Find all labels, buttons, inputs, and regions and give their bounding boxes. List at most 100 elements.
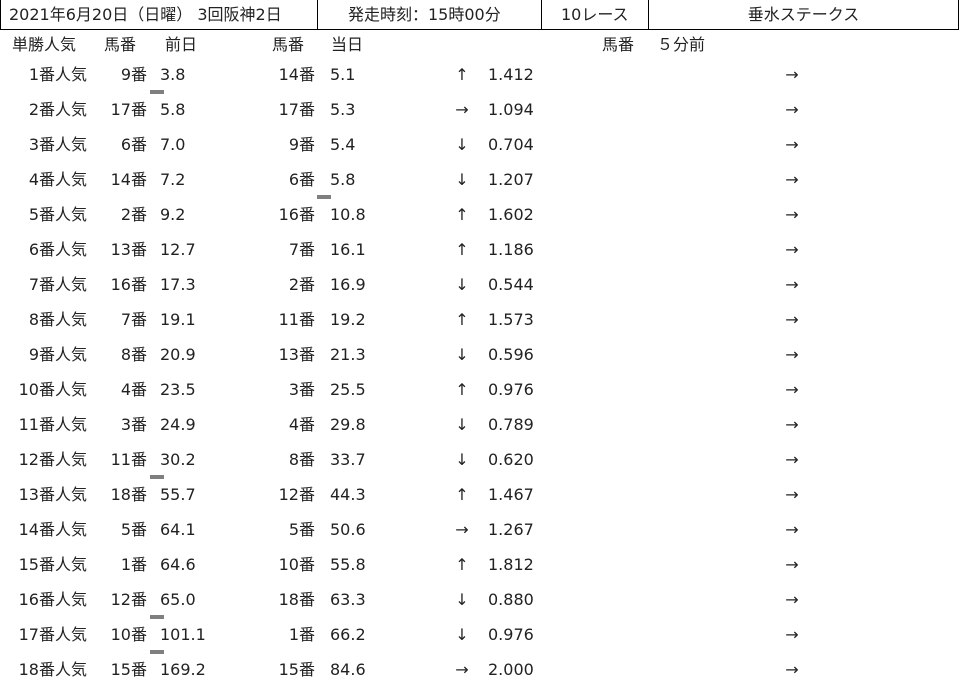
table-row: 12番人気 11番 30.2 8番 33.7 ↓ 0.620 → xyxy=(0,442,961,479)
popularity-cell: 8番人気 xyxy=(28,310,87,329)
popularity-cell: 18番人気 xyxy=(18,660,87,679)
trend-arrow-cell: ↑ xyxy=(455,240,469,259)
odds-table: 1番人気 9番 3.8 14番 5.1 ↑ 1.412 → 2番人気 17番 5.8 17番 5.3 → 1… xyxy=(0,57,961,687)
today-odds-cell: 63.3 xyxy=(330,590,366,609)
popularity-cell: 6番人気 xyxy=(28,240,87,259)
today-odds-cell: 25.5 xyxy=(330,380,366,399)
ratio-cell: 1.267 xyxy=(488,520,534,539)
ratio-cell: 0.704 xyxy=(488,135,534,154)
prev-horse-number-cell: 7番 xyxy=(120,310,147,329)
prev-horse-number-cell: 3番 xyxy=(120,415,147,434)
five-min-arrow-cell: → xyxy=(785,520,799,539)
table-row: 2番人気 17番 5.8 17番 5.3 → 1.094 → xyxy=(0,92,961,127)
today-horse-number-cell: 4番 xyxy=(288,415,315,434)
today-odds-cell: 55.8 xyxy=(330,555,366,574)
trend-arrow-cell: ↓ xyxy=(455,625,469,644)
today-odds-cell: 5.4 xyxy=(330,135,356,154)
ratio-cell: 1.186 xyxy=(488,240,534,259)
five-min-arrow-cell: → xyxy=(785,240,799,259)
prev-odds-cell: 19.1 xyxy=(160,310,196,329)
five-min-arrow-cell: → xyxy=(785,380,799,399)
popularity-cell: 17番人気 xyxy=(18,625,87,644)
today-horse-number-cell: 3番 xyxy=(288,380,315,399)
table-row: 16番人気 12番 65.0 18番 63.3 ↓ 0.880 → xyxy=(0,582,961,619)
today-odds-cell: 5.1 xyxy=(330,65,356,84)
today-odds-cell: 33.7 xyxy=(330,450,366,469)
today-horse-number-cell: 12番 xyxy=(278,485,315,504)
ratio-cell: 0.789 xyxy=(488,415,534,434)
prev-odds-cell: 23.5 xyxy=(160,380,196,399)
trend-arrow-cell: ↓ xyxy=(455,415,469,434)
five-min-arrow-cell: → xyxy=(785,345,799,364)
col-header-five-min-before: ５分前 xyxy=(657,35,706,54)
trend-arrow-cell: ↑ xyxy=(455,65,469,84)
prev-horse-number-cell: 13番 xyxy=(110,240,147,259)
col-header-horse-number-today: 馬番 xyxy=(272,35,305,54)
col-header-horse-number-5min: 馬番 xyxy=(602,35,635,54)
prev-horse-number-cell: 2番 xyxy=(120,205,147,224)
table-row: 10番人気 4番 23.5 3番 25.5 ↑ 0.976 → xyxy=(0,372,961,407)
table-row: 13番人気 18番 55.7 12番 44.3 ↑ 1.467 → xyxy=(0,477,961,512)
today-horse-number-cell: 5番 xyxy=(288,520,315,539)
today-horse-number-cell: 10番 xyxy=(278,555,315,574)
table-row: 8番人気 7番 19.1 11番 19.2 ↑ 1.573 → xyxy=(0,302,961,337)
today-odds-cell: 50.6 xyxy=(330,520,366,539)
prev-horse-number-cell: 11番 xyxy=(110,450,147,469)
five-min-arrow-cell: → xyxy=(785,450,799,469)
today-odds-cell: 16.1 xyxy=(330,240,366,259)
five-min-arrow-cell: → xyxy=(785,660,799,679)
trend-arrow-cell: ↓ xyxy=(455,170,469,189)
popularity-cell: 15番人気 xyxy=(18,555,87,574)
trend-arrow-cell: ↑ xyxy=(455,205,469,224)
ratio-cell: 1.412 xyxy=(488,65,534,84)
ratio-cell: 1.573 xyxy=(488,310,534,329)
prev-odds-cell: 5.8 xyxy=(160,100,186,119)
prev-horse-number-cell: 1番 xyxy=(120,555,147,574)
table-row: 6番人気 13番 12.7 7番 16.1 ↑ 1.186 → xyxy=(0,232,961,267)
prev-horse-number-cell: 15番 xyxy=(110,660,147,679)
ratio-cell: 1.602 xyxy=(488,205,534,224)
table-row: 1番人気 9番 3.8 14番 5.1 ↑ 1.412 → xyxy=(0,57,961,94)
five-min-arrow-cell: → xyxy=(785,170,799,189)
popularity-cell: 7番人気 xyxy=(28,275,87,294)
prev-odds-cell: 169.2 xyxy=(160,660,206,679)
prev-horse-number-cell: 12番 xyxy=(110,590,147,609)
prev-odds-cell: 9.2 xyxy=(160,205,186,224)
ratio-cell: 0.976 xyxy=(488,625,534,644)
prev-odds-cell: 55.7 xyxy=(160,485,196,504)
popularity-cell: 4番人気 xyxy=(28,170,87,189)
ratio-cell: 1.094 xyxy=(488,100,534,119)
ratio-cell: 0.544 xyxy=(488,275,534,294)
popularity-cell: 13番人気 xyxy=(18,485,87,504)
today-horse-number-cell: 8番 xyxy=(288,450,315,469)
header-date-venue: 2021年6月20日（日曜） 3回阪神2日 xyxy=(0,0,318,30)
prev-odds-cell: 12.7 xyxy=(160,240,196,259)
today-horse-number-cell: 9番 xyxy=(288,135,315,154)
col-header-popularity: 単勝人気 xyxy=(12,35,77,54)
table-row: 3番人気 6番 7.0 9番 5.4 ↓ 0.704 → xyxy=(0,127,961,162)
today-odds-cell: 44.3 xyxy=(330,485,366,504)
popularity-cell: 9番人気 xyxy=(28,345,87,364)
five-min-arrow-cell: → xyxy=(785,625,799,644)
header-race-name: 垂水ステークス xyxy=(649,0,959,30)
today-odds-cell: 21.3 xyxy=(330,345,366,364)
trend-arrow-cell: → xyxy=(455,660,469,679)
today-odds-cell: 84.6 xyxy=(330,660,366,679)
today-odds-cell: 16.9 xyxy=(330,275,366,294)
five-min-arrow-cell: → xyxy=(785,555,799,574)
prev-horse-number-cell: 6番 xyxy=(120,135,147,154)
trend-arrow-cell: ↑ xyxy=(455,485,469,504)
prev-odds-cell: 17.3 xyxy=(160,275,196,294)
table-row: 17番人気 10番 101.1 1番 66.2 ↓ 0.976 → xyxy=(0,617,961,654)
prev-odds-cell: 7.2 xyxy=(160,170,186,189)
header-race-number: 10レース xyxy=(542,0,649,30)
five-min-arrow-cell: → xyxy=(785,415,799,434)
five-min-arrow-cell: → xyxy=(785,485,799,504)
table-row: 14番人気 5番 64.1 5番 50.6 → 1.267 → xyxy=(0,512,961,547)
col-header-prev-day: 前日 xyxy=(165,35,198,54)
popularity-cell: 11番人気 xyxy=(18,415,87,434)
prev-horse-number-cell: 9番 xyxy=(120,65,147,84)
table-row: 5番人気 2番 9.2 16番 10.8 ↑ 1.602 → xyxy=(0,197,961,232)
ratio-cell: 0.620 xyxy=(488,450,534,469)
prev-odds-cell: 65.0 xyxy=(160,590,196,609)
